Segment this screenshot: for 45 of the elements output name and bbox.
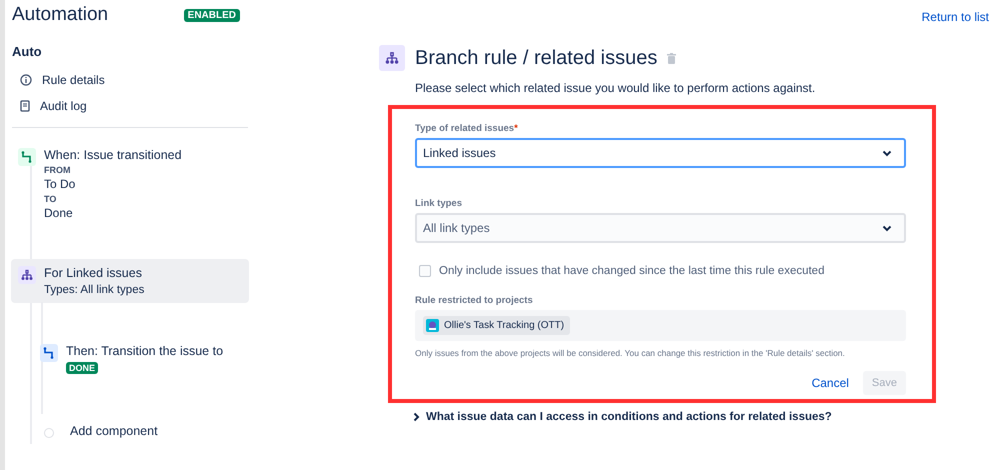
status-lozenge: DONE — [66, 362, 98, 374]
info-icon — [20, 74, 32, 86]
detail-value: Done — [44, 206, 74, 220]
chevron-right-icon — [413, 412, 420, 422]
add-node-icon — [44, 428, 54, 438]
checkbox-label: Only include issues that have changed since the last time this rule executed — [439, 265, 824, 277]
select-field[interactable]: Linked issues — [415, 138, 906, 168]
node-title: For Linked issues — [44, 266, 143, 280]
page-title: Branch rule / related issues — [415, 46, 658, 70]
node-title: When: Issue transitioned — [44, 148, 182, 162]
checkbox[interactable] — [419, 265, 431, 277]
return-link[interactable]: Return to list — [922, 10, 989, 24]
branch-node[interactable]: For Linked issues Types: All link types — [12, 260, 248, 302]
document-icon — [20, 100, 30, 112]
node-title: Then: Transition the issue to — [66, 344, 224, 358]
chevron-down-icon — [882, 224, 892, 232]
transition-icon — [40, 344, 58, 362]
add-node[interactable]: Add component — [34, 418, 248, 444]
sidebar-link[interactable]: Rule details — [42, 73, 105, 87]
node-title: Add component — [70, 424, 158, 438]
branch-icon — [18, 266, 36, 284]
action-node[interactable]: Then: Transition the issue to DONE — [34, 338, 248, 382]
select-field[interactable]: All link types — [415, 213, 906, 243]
detail-label: FROM — [44, 165, 72, 175]
chevron-down-icon — [882, 150, 892, 156]
project-avatar-icon — [426, 319, 439, 332]
app-title: Automation — [12, 4, 108, 26]
description: Please select which related issue you would like to perform actions against. — [415, 81, 816, 95]
help-text: Only issues from the above projects will be considered. You can change this restriction in the 'Rule details' section. — [415, 348, 846, 358]
detail-value: To Do — [44, 177, 76, 191]
field-label: Rule restricted to projects — [415, 295, 534, 306]
detail-label: TO — [44, 194, 58, 204]
field-label: Type of related issues* — [415, 123, 519, 134]
faq-toggle[interactable]: What issue data can I access in conditions and actions for related issues? — [426, 411, 832, 423]
project-chip: Ollie's Task Tracking (OTT) — [423, 316, 570, 335]
field-label: Link types — [415, 198, 463, 209]
branch-icon — [379, 45, 405, 71]
cancel-button[interactable]: Cancel — [808, 372, 853, 394]
status-badge: ENABLED — [184, 8, 240, 22]
sidebar-link[interactable]: Audit log — [40, 99, 87, 113]
trigger-node[interactable]: When: Issue transitioned FROM To Do TO Done — [12, 142, 248, 226]
transition-icon — [18, 148, 36, 166]
node-subtitle: Types: All link types — [44, 284, 144, 296]
rule-name: Auto — [12, 44, 43, 59]
delete-icon[interactable] — [667, 52, 676, 64]
